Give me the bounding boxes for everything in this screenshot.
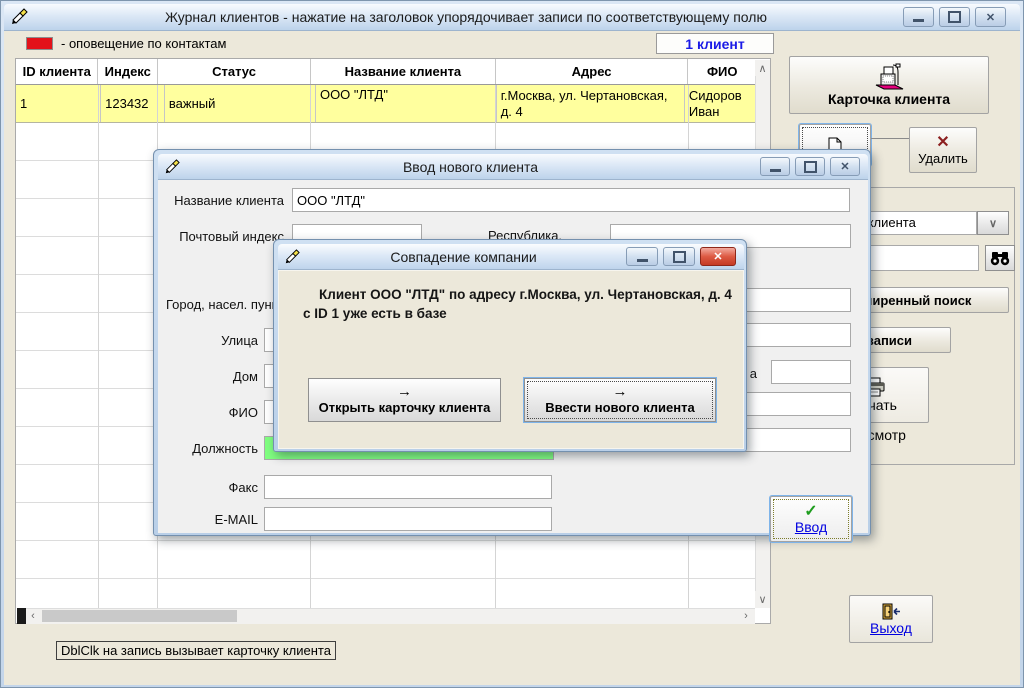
cell-status: важный xyxy=(165,85,316,122)
main-titlebar: Журнал клиентов - нажатие на заголовок у… xyxy=(4,4,1020,31)
enter-new-label: Ввести нового клиента xyxy=(545,400,694,415)
city-label: Город, насел. пункт xyxy=(166,297,270,312)
dialog-minimize-button[interactable] xyxy=(760,157,790,176)
minimize-button[interactable] xyxy=(903,7,934,27)
client-count-badge: 1 клиент xyxy=(656,33,774,54)
minimize-icon xyxy=(913,19,924,22)
scroll-up-icon[interactable]: ∧ xyxy=(755,60,770,76)
fax-input[interactable] xyxy=(264,475,552,499)
exit-label: Выход xyxy=(870,620,912,636)
client-card-button[interactable]: Карточка клиента xyxy=(789,56,989,114)
fio-label: ФИО xyxy=(166,405,258,420)
email-input[interactable] xyxy=(264,507,552,531)
grid-vline xyxy=(98,85,99,609)
maximize-icon xyxy=(804,161,817,173)
delete-button[interactable]: ✕ Удалить xyxy=(909,127,977,173)
enter-button[interactable]: ✓ Ввод xyxy=(770,496,852,542)
minimize-icon xyxy=(637,259,648,262)
cell-fio: Сидоров Иван xyxy=(685,85,756,122)
scroll-down-icon[interactable]: ∨ xyxy=(755,591,770,608)
close-icon: ✕ xyxy=(986,11,995,24)
find-button[interactable] xyxy=(985,245,1015,271)
delete-label: Удалить xyxy=(918,151,968,166)
close-icon: ✕ xyxy=(840,160,849,173)
scroll-right-icon[interactable]: › xyxy=(739,608,753,624)
right-col-input-small[interactable] xyxy=(771,360,851,384)
binoculars-icon xyxy=(990,251,1010,266)
email-label: E-MAIL xyxy=(166,512,258,527)
match-message: Клиент ООО "ЛТД" по адресу г.Москва, ул.… xyxy=(303,285,739,323)
maximize-icon xyxy=(673,251,686,263)
enter-new-client-button[interactable]: → Ввести нового клиента xyxy=(524,378,716,422)
app-icon xyxy=(4,8,34,26)
client-card-icon xyxy=(872,63,906,91)
close-icon: ✕ xyxy=(713,250,722,263)
minimize-icon xyxy=(770,169,781,172)
modal-close-button[interactable]: ✕ xyxy=(700,247,736,266)
client-name-label: Название клиента xyxy=(166,193,284,208)
arrow-right-icon: → xyxy=(397,385,412,398)
cell-address: г.Москва, ул. Чертановская, д. 4 xyxy=(497,85,685,122)
alert-legend-label: - оповещение по контактам xyxy=(61,36,226,51)
client-card-label: Карточка клиента xyxy=(828,91,950,107)
dialog-app-icon xyxy=(158,159,186,175)
fax-label: Факс xyxy=(166,480,258,495)
cell-name: ООО "ЛТД" xyxy=(316,85,497,122)
chevron-down-icon: ∨ xyxy=(989,217,997,230)
postal-code-label: Почтовый индекс xyxy=(166,229,284,244)
exit-button[interactable]: Выход xyxy=(849,595,933,643)
delete-x-icon: ✕ xyxy=(936,135,949,151)
dialog-title: Ввод нового клиента xyxy=(186,159,755,175)
modal-body: Клиент ООО "ЛТД" по адресу г.Москва, ул.… xyxy=(278,270,744,449)
dialog-titlebar: Ввод нового клиента ✕ xyxy=(158,154,868,180)
combo-dropdown-button[interactable]: ∨ xyxy=(977,211,1009,235)
main-window-title: Журнал клиентов - нажатие на заголовок у… xyxy=(34,9,898,25)
column-header-status[interactable]: Статус xyxy=(158,59,311,84)
table-row[interactable]: 1 123432 важный ООО "ЛТД" г.Москва, ул. … xyxy=(16,85,756,123)
table-header-row: ID клиента Индекс Статус Название клиент… xyxy=(16,59,756,85)
column-header-id[interactable]: ID клиента xyxy=(16,59,98,84)
open-card-label: Открыть карточку клиента xyxy=(319,400,491,415)
street-label: Улица xyxy=(166,333,258,348)
close-button[interactable]: ✕ xyxy=(975,7,1006,27)
modal-titlebar: Совпадение компании ✕ xyxy=(278,244,744,270)
dialog-maximize-button[interactable] xyxy=(795,157,825,176)
house-label: Дом xyxy=(166,369,258,384)
status-hint: DblClk на запись вызывает карточку клиен… xyxy=(56,641,336,660)
modal-title: Совпадение компании xyxy=(306,249,621,265)
scrollbar-corner-block xyxy=(17,608,26,624)
company-match-dialog: Совпадение компании ✕ Клиент ООО "ЛТД" п… xyxy=(273,239,747,452)
modal-maximize-button[interactable] xyxy=(663,247,695,266)
scroll-left-icon[interactable]: ‹ xyxy=(26,608,40,624)
modal-minimize-button[interactable] xyxy=(626,247,658,266)
divider-line xyxy=(871,138,909,139)
check-icon: ✓ xyxy=(804,504,817,519)
alert-legend-swatch xyxy=(26,37,53,50)
dialog-close-button[interactable]: ✕ xyxy=(830,157,860,176)
column-header-index[interactable]: Индекс xyxy=(98,59,158,84)
position-label: Должность xyxy=(166,441,258,456)
client-name-input[interactable] xyxy=(292,188,850,212)
column-header-address[interactable]: Адрес xyxy=(496,59,689,84)
hscroll-thumb[interactable] xyxy=(42,610,237,622)
enter-label: Ввод xyxy=(795,519,827,535)
cell-id: 1 xyxy=(16,85,101,122)
column-header-name[interactable]: Название клиента xyxy=(311,59,496,84)
modal-app-icon xyxy=(278,249,306,265)
maximize-icon xyxy=(948,11,961,23)
exit-door-icon xyxy=(881,603,901,620)
arrow-right-icon: → xyxy=(613,385,628,398)
cell-index: 123432 xyxy=(101,85,165,122)
app-window: Журнал клиентов - нажатие на заголовок у… xyxy=(0,0,1024,688)
maximize-button[interactable] xyxy=(939,7,970,27)
column-header-fio[interactable]: ФИО xyxy=(688,59,756,84)
open-card-button[interactable]: → Открыть карточку клиента xyxy=(308,378,501,422)
